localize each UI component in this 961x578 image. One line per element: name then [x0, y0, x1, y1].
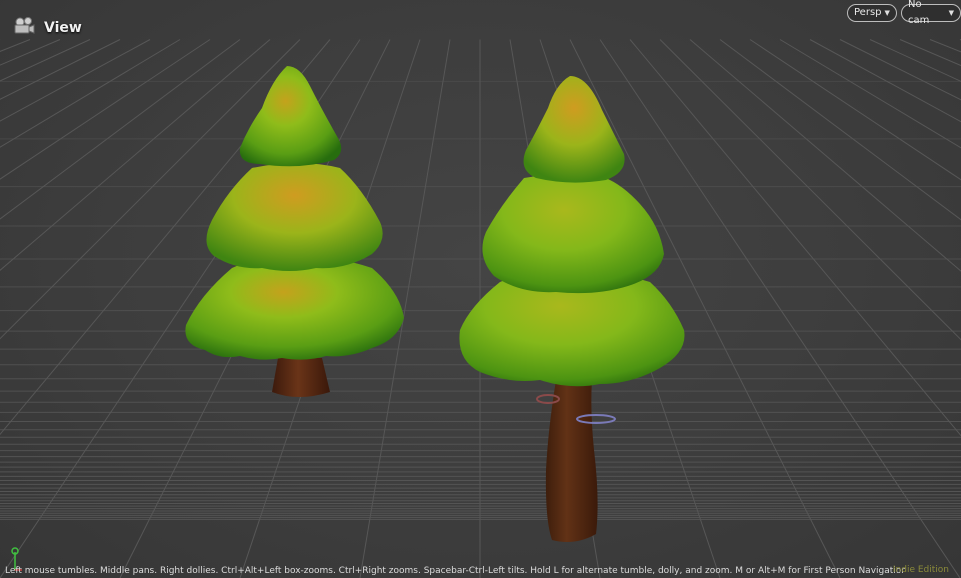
tree-right-top-tier	[523, 76, 625, 183]
view-header: View	[12, 16, 82, 40]
grid-line	[629, 39, 961, 437]
scene-viewport[interactable]: View Persp ▼ No cam ▼ Left mouse tumbles…	[0, 0, 961, 578]
grid-line	[0, 39, 121, 100]
tree-right-middle-tier	[482, 174, 664, 294]
grid-line	[0, 39, 31, 53]
camera-reels-icon[interactable]	[12, 16, 36, 40]
grid-line	[839, 39, 961, 101]
grid-line	[929, 39, 961, 53]
grid-line	[779, 39, 961, 149]
chevron-down-icon: ▼	[948, 9, 954, 17]
tree-right-trunk	[545, 380, 598, 542]
tree-left-trunk	[272, 358, 330, 397]
scene-canvas[interactable]	[0, 0, 961, 578]
view-title: View	[44, 20, 82, 36]
grid-line	[689, 39, 961, 272]
pine-tree-left[interactable]	[185, 66, 404, 397]
camera-menu-button[interactable]: No cam ▼	[901, 0, 961, 26]
grid-line	[809, 39, 961, 123]
projection-menu-button[interactable]: Persp ▼	[847, 4, 897, 22]
grid-line	[0, 39, 181, 148]
tree-left-middle-tier	[206, 163, 383, 271]
chevron-down-icon: ▼	[884, 9, 890, 17]
grid-line	[719, 39, 961, 221]
navigation-hint: Left mouse tumbles. Middle pans. Right d…	[5, 566, 905, 576]
tree-left-bottom-tier	[185, 255, 404, 360]
projection-label: Persp	[854, 7, 882, 18]
edition-label: Indie Edition	[892, 565, 949, 575]
camera-label: No cam	[908, 0, 930, 26]
grid-line	[0, 39, 151, 122]
